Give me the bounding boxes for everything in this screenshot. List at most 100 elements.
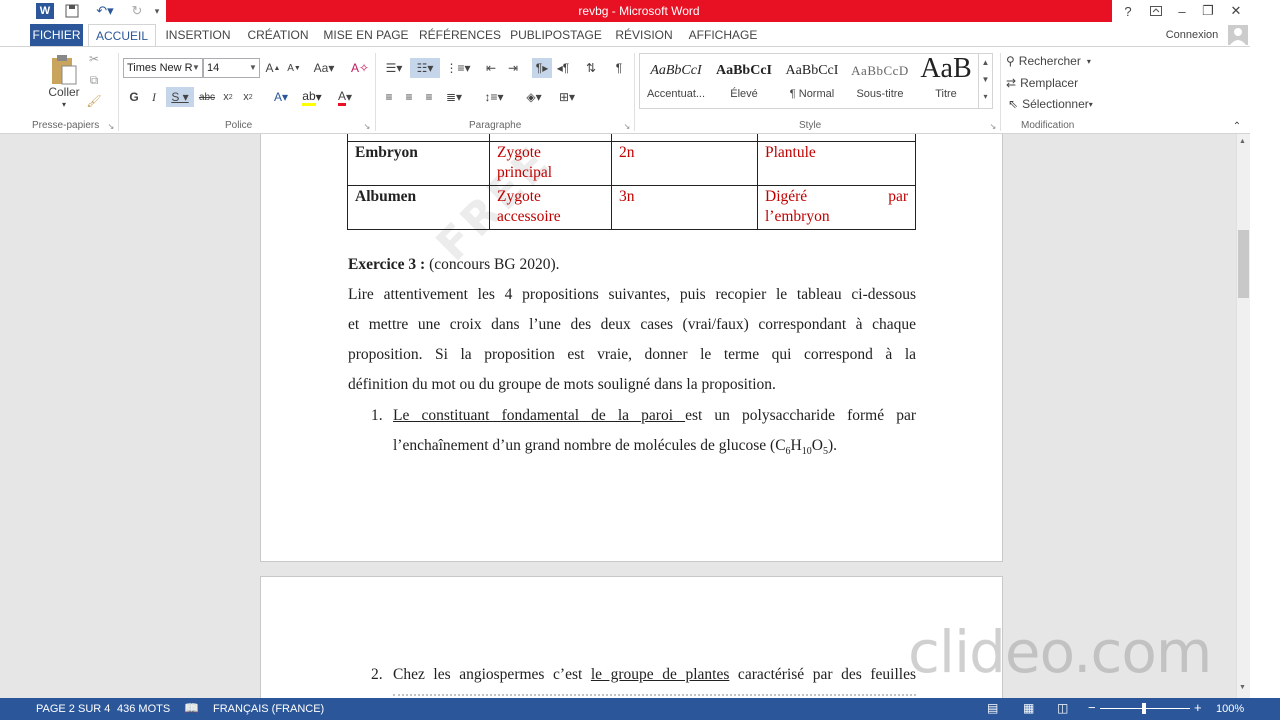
justify-icon[interactable]: ≣▾ (440, 87, 468, 107)
web-layout-icon[interactable]: ◫ (1057, 701, 1068, 715)
paragraph-line: et mettre une croix dans l’une des deux … (348, 316, 916, 333)
align-center-icon[interactable]: ≡ (400, 87, 418, 107)
print-layout-icon[interactable]: ▦ (1023, 701, 1034, 715)
customize-qat-icon[interactable]: ▾ (152, 2, 162, 20)
restore-button[interactable]: ❐ (1194, 0, 1222, 22)
bold-icon[interactable]: G (126, 87, 142, 107)
zoom-slider-thumb[interactable] (1142, 703, 1146, 714)
redo-icon[interactable]: ↻ (126, 2, 148, 20)
paragraph-launcher-icon[interactable]: ↘ (622, 121, 632, 131)
clipboard-group-label: Presse-papiers (32, 120, 100, 131)
clipboard-launcher-icon[interactable]: ↘ (106, 121, 116, 131)
borders-icon[interactable]: ⊞▾ (552, 87, 582, 107)
text-effects-icon[interactable]: A▾ (268, 87, 294, 107)
document-area[interactable]: FREE Embryon Zygote principal 2n Plantule… (30, 134, 1236, 698)
rtl-icon[interactable]: ◂¶ (554, 58, 572, 78)
style-title[interactable]: AaB Titre (912, 54, 980, 108)
bullets-icon[interactable]: ☰▾ (380, 58, 408, 78)
style-normal[interactable]: AaBbCcI ¶ Normal (778, 54, 846, 108)
page[interactable]: FREE Embryon Zygote principal 2n Plantule… (260, 134, 1003, 562)
ltr-icon[interactable]: ¶▸ (532, 58, 552, 78)
tab-design[interactable]: CRÉATION (244, 24, 312, 46)
scroll-thumb[interactable] (1238, 230, 1249, 298)
decrease-indent-icon[interactable]: ⇤ (482, 58, 500, 78)
font-group-label: Police (225, 120, 253, 131)
strikethrough-icon[interactable]: abc (198, 87, 216, 107)
read-mode-icon[interactable]: ▤ (987, 701, 998, 715)
highlight-color-icon[interactable]: ab ▾ (298, 87, 326, 107)
clear-formatting-icon[interactable]: A✧ (350, 58, 370, 78)
line-spacing-icon[interactable]: ↕≡▾ (480, 87, 508, 107)
ribbon: Coller ▾ ✂ ⧉ 🖌 Presse-papiers ↘ Times Ne… (0, 46, 1280, 134)
align-left-icon[interactable]: ≡ (380, 87, 398, 107)
ribbon-display-icon[interactable] (1142, 0, 1170, 22)
tab-layout[interactable]: MISE EN PAGE (322, 24, 410, 46)
paste-icon[interactable] (48, 53, 80, 87)
tab-references[interactable]: RÉFÉRENCES (418, 24, 502, 46)
tab-home[interactable]: ACCUEIL (88, 24, 156, 47)
replace-button[interactable]: ⇄ Remplacer (1006, 74, 1106, 92)
show-marks-icon[interactable]: ¶ (610, 58, 628, 78)
font-launcher-icon[interactable]: ↘ (362, 121, 372, 131)
paste-button[interactable]: Coller (44, 85, 84, 99)
cell-line: Zygote (497, 143, 541, 161)
answer-table[interactable]: Embryon Zygote principal 2n Plantule Albu… (347, 134, 916, 230)
page[interactable]: 2. Chez les angiospermes c’est le groupe… (260, 576, 1003, 698)
superscript-icon[interactable]: x2 (240, 87, 256, 107)
language[interactable]: FRANÇAIS (FRANCE) (213, 703, 324, 715)
subscript-icon[interactable]: x2 (220, 87, 236, 107)
tab-file[interactable]: FICHIER (30, 24, 83, 46)
collapse-ribbon-icon[interactable]: ⌃ (1230, 119, 1244, 133)
list-item-line: Le constituant fondamental de la paroi e… (393, 406, 916, 426)
tab-insert[interactable]: INSERTION (162, 24, 234, 46)
tab-view[interactable]: AFFICHAGE (686, 24, 760, 46)
avatar[interactable] (1228, 25, 1248, 45)
tab-mailings[interactable]: PUBLIPOSTAGE (510, 24, 602, 46)
select-label: Sélectionner (1022, 97, 1089, 111)
find-button[interactable]: ⚲ Rechercher ▾ (1006, 52, 1106, 70)
word-count[interactable]: 436 MOTS (117, 703, 170, 715)
shading-icon[interactable]: ◈▾ (520, 87, 548, 107)
italic-icon[interactable]: I (146, 87, 162, 107)
change-case-icon[interactable]: Aa▾ (310, 58, 338, 78)
undo-icon[interactable]: ↶▾ (90, 2, 120, 20)
minimize-button[interactable]: – (1168, 0, 1196, 22)
gallery-scroll[interactable]: ▲ ▼ ▾ (978, 54, 992, 108)
cut-icon[interactable]: ✂ (86, 51, 102, 67)
tab-review[interactable]: RÉVISION (612, 24, 676, 46)
word-app-icon[interactable]: W (36, 3, 54, 19)
font-size-combo[interactable]: 14 ▼ (203, 58, 260, 78)
style-emphasis[interactable]: AaBbCcI Accentuat... (642, 54, 710, 108)
increase-indent-icon[interactable]: ⇥ (504, 58, 522, 78)
proofing-icon[interactable]: 📖 (184, 701, 199, 715)
underline-icon[interactable]: S ▾ (166, 87, 194, 107)
format-painter-icon[interactable]: 🖌 (86, 93, 102, 109)
multilevel-list-icon[interactable]: ⋮≡▾ (444, 58, 472, 78)
page-count[interactable]: PAGE 2 SUR 4 (36, 703, 110, 715)
zoom-out-icon[interactable]: − (1088, 700, 1096, 715)
grow-font-icon[interactable]: A ▲ (264, 58, 282, 78)
style-name: ¶ Normal (789, 88, 835, 100)
style-subtitle[interactable]: AaBbCcD Sous-titre (846, 54, 914, 108)
style-strong[interactable]: AaBbCcI Élevé (710, 54, 778, 108)
numbering-icon[interactable]: ☷▾ (410, 58, 440, 78)
replace-label: Remplacer (1020, 76, 1079, 90)
styles-launcher-icon[interactable]: ↘ (988, 121, 998, 131)
paste-dropdown-icon[interactable]: ▾ (44, 99, 84, 109)
align-right-icon[interactable]: ≡ (420, 87, 438, 107)
zoom-in-icon[interactable]: + (1194, 700, 1202, 715)
scroll-up-icon[interactable]: ▲ (1239, 138, 1246, 145)
help-button[interactable]: ? (1114, 0, 1142, 22)
vertical-scrollbar[interactable]: ▲ ▼ (1236, 134, 1250, 698)
zoom-level[interactable]: 100% (1216, 703, 1244, 715)
save-icon[interactable] (62, 2, 82, 20)
sign-in-link[interactable]: Connexion (1160, 24, 1224, 46)
select-button[interactable]: ⇖ Sélectionner ▾ (1008, 95, 1108, 113)
shrink-font-icon[interactable]: A ▼ (285, 58, 303, 78)
font-color-icon[interactable]: A ▾ (332, 87, 358, 107)
font-name-combo[interactable]: Times New R ▼ (123, 58, 203, 78)
sort-icon[interactable]: ⇅ (582, 58, 600, 78)
scroll-down-icon[interactable]: ▼ (1239, 684, 1246, 691)
copy-icon[interactable]: ⧉ (86, 72, 102, 88)
close-button[interactable]: ✕ (1222, 0, 1250, 22)
